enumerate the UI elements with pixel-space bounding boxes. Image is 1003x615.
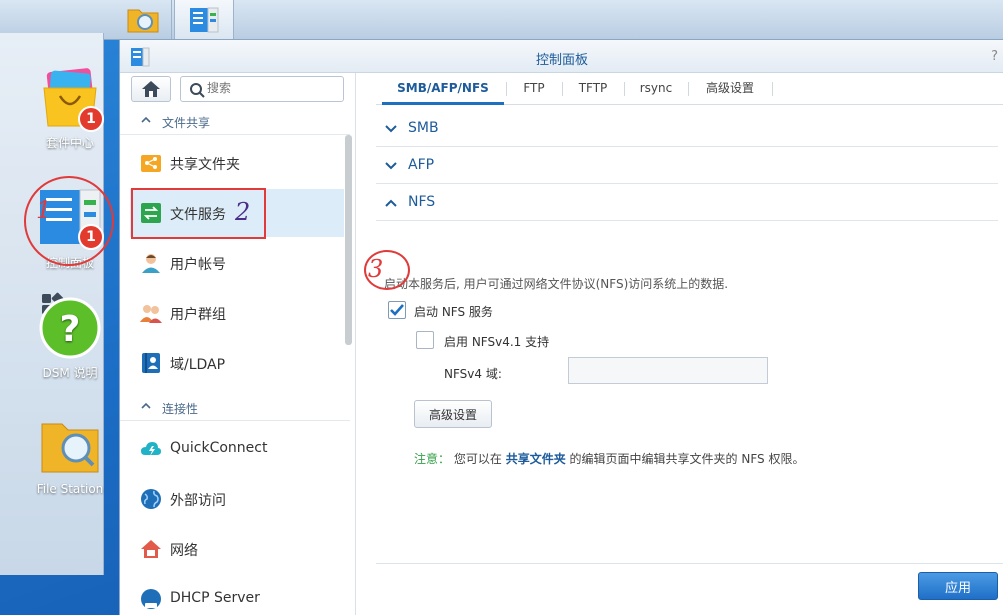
tab-bar: SMB/AFP/NFS FTP TFTP rsync 高级设置 bbox=[376, 73, 1003, 105]
nfs-note: 注意： 您可以在 共享文件夹 的编辑页面中编辑共享文件夹的 NFS 权限。 bbox=[414, 450, 804, 467]
home-icon bbox=[142, 81, 160, 97]
home-button[interactable] bbox=[131, 76, 171, 102]
file-station-icon bbox=[41, 423, 99, 473]
sidebar-item-user-accounts[interactable]: 用户帐号 bbox=[130, 239, 344, 287]
sidebar: 文件共享 共享文件夹 文件服务 用户帐号 bbox=[120, 73, 356, 615]
sidebar-item-domain-ldap[interactable]: 域/LDAP bbox=[130, 339, 344, 387]
domain-ldap-icon bbox=[142, 353, 160, 373]
accordion-nfs[interactable]: NFS bbox=[376, 184, 998, 221]
user-icon bbox=[142, 254, 160, 273]
tab-rsync[interactable]: rsync bbox=[626, 73, 686, 105]
svg-text:?: ? bbox=[60, 309, 81, 350]
annotation-number-3: 3 bbox=[368, 255, 384, 283]
sidebar-item-quickconnect[interactable]: QuickConnect bbox=[130, 425, 344, 473]
enable-nfsv41-label: 启用 NFSv4.1 支持 bbox=[444, 335, 550, 349]
main-content: SMB/AFP/NFS FTP TFTP rsync 高级设置 SMB AFP … bbox=[376, 73, 1003, 615]
taskbar-file-station[interactable] bbox=[114, 0, 172, 39]
user-group-icon bbox=[140, 305, 162, 323]
tab-tftp[interactable]: TFTP bbox=[564, 73, 622, 105]
note-prefix: 注意： bbox=[414, 452, 451, 466]
sidebar-item-label: 外部访问 bbox=[170, 493, 226, 509]
tab-separator bbox=[624, 82, 625, 96]
network-house-icon bbox=[141, 540, 161, 558]
cloud-lightning-icon bbox=[141, 442, 161, 456]
nfs-description: 启动本服务后, 用户可通过网络文件协议(NFS)访问系统上的数据. bbox=[384, 277, 729, 291]
dhcp-server-icon bbox=[141, 589, 161, 609]
desktop-package-center[interactable]: 1 套件中心 bbox=[20, 66, 120, 151]
sidebar-item-label: DHCP Server bbox=[170, 590, 260, 606]
sidebar-item-user-groups[interactable]: 用户群组 bbox=[130, 289, 344, 337]
accordion-smb[interactable]: SMB bbox=[376, 110, 998, 147]
enable-nfs-checkbox[interactable] bbox=[388, 301, 406, 319]
window-titlebar[interactable]: 控制面板 ? bbox=[120, 40, 1003, 73]
section-label: 连接性 bbox=[162, 402, 199, 416]
desktop-icon-label: File Station bbox=[36, 482, 104, 496]
sidebar-item-label: 共享文件夹 bbox=[170, 157, 240, 173]
enable-nfs-label: 启动 NFS 服务 bbox=[414, 305, 493, 319]
globe-icon bbox=[141, 489, 161, 509]
chevron-up-icon bbox=[141, 116, 151, 123]
accordion-label: AFP bbox=[408, 157, 435, 173]
file-station-icon bbox=[127, 9, 158, 32]
sidebar-item-label: 网络 bbox=[170, 543, 198, 559]
accordion-afp[interactable]: AFP bbox=[376, 147, 998, 184]
window-title: 控制面板 bbox=[535, 53, 588, 68]
desktop-dsm-help[interactable]: ? DSM 说明 bbox=[20, 296, 120, 381]
sidebar-item-label: 域/LDAP bbox=[170, 357, 226, 373]
note-text: 的编辑页面中编辑共享文件夹的 NFS 权限。 bbox=[569, 452, 805, 466]
sidebar-item-label: 用户帐号 bbox=[170, 257, 226, 273]
sidebar-item-label: QuickConnect bbox=[170, 440, 268, 456]
chevron-up-icon bbox=[141, 402, 151, 409]
annotation-number-1: 1 bbox=[36, 196, 52, 224]
taskbar-control-panel[interactable] bbox=[174, 0, 234, 39]
section-file-sharing[interactable]: 文件共享 bbox=[120, 107, 350, 135]
annotation-number-2: 2 bbox=[235, 198, 251, 226]
tab-separator bbox=[772, 82, 773, 96]
nfs-advanced-settings-button[interactable]: 高级设置 bbox=[414, 400, 492, 428]
search-box[interactable] bbox=[180, 76, 344, 102]
tab-ftp[interactable]: FTP bbox=[508, 73, 560, 105]
section-label: 文件共享 bbox=[162, 116, 211, 130]
nfsv4-domain-label: NFSv4 域: bbox=[444, 367, 502, 381]
tab-advanced-settings[interactable]: 高级设置 bbox=[690, 73, 770, 105]
help-icon: ? bbox=[39, 297, 101, 359]
tab-separator bbox=[688, 82, 689, 96]
tab-separator bbox=[562, 82, 563, 96]
control-panel-window: 控制面板 ? 文件共享 共享文件夹 bbox=[119, 40, 1003, 615]
tab-separator bbox=[506, 82, 507, 96]
sidebar-item-label: 用户群组 bbox=[170, 307, 226, 323]
desktop-icon-label: DSM 说明 bbox=[42, 366, 98, 380]
control-panel-icon bbox=[190, 7, 219, 32]
search-icon bbox=[190, 83, 205, 98]
help-button[interactable]: ? bbox=[991, 49, 998, 64]
chevron-down-icon bbox=[385, 125, 397, 133]
apply-button[interactable]: 应用 bbox=[918, 572, 998, 600]
sidebar-item-shared-folder[interactable]: 共享文件夹 bbox=[130, 139, 344, 187]
sidebar-item-network[interactable]: 网络 bbox=[130, 525, 344, 573]
enable-nfsv41-checkbox[interactable] bbox=[416, 331, 434, 349]
accordion-label: SMB bbox=[408, 120, 439, 136]
tab-smb-afp-nfs[interactable]: SMB/AFP/NFS bbox=[382, 73, 504, 105]
sidebar-item-dhcp-server[interactable]: DHCP Server bbox=[130, 575, 344, 615]
desktop-file-station[interactable]: File Station bbox=[20, 414, 120, 496]
sidebar-scrollbar[interactable] bbox=[345, 135, 352, 345]
search-input[interactable] bbox=[207, 81, 337, 95]
chevron-up-icon bbox=[385, 199, 397, 207]
chevron-down-icon bbox=[385, 162, 397, 170]
sidebar-item-external-access[interactable]: 外部访问 bbox=[130, 475, 344, 523]
shared-folder-icon bbox=[141, 155, 161, 172]
note-text: 您可以在 bbox=[453, 452, 502, 466]
notification-badge: 1 bbox=[78, 106, 104, 132]
taskbar bbox=[0, 0, 1003, 575]
section-connectivity[interactable]: 连接性 bbox=[120, 393, 350, 421]
checkmark-icon bbox=[390, 304, 404, 316]
desktop-icon-label: 套件中心 bbox=[45, 136, 94, 150]
nfsv4-domain-input[interactable] bbox=[568, 357, 768, 384]
accordion-label: NFS bbox=[408, 194, 436, 210]
shared-folder-link[interactable]: 共享文件夹 bbox=[506, 452, 566, 466]
window-footer: 应用 bbox=[376, 563, 1003, 615]
